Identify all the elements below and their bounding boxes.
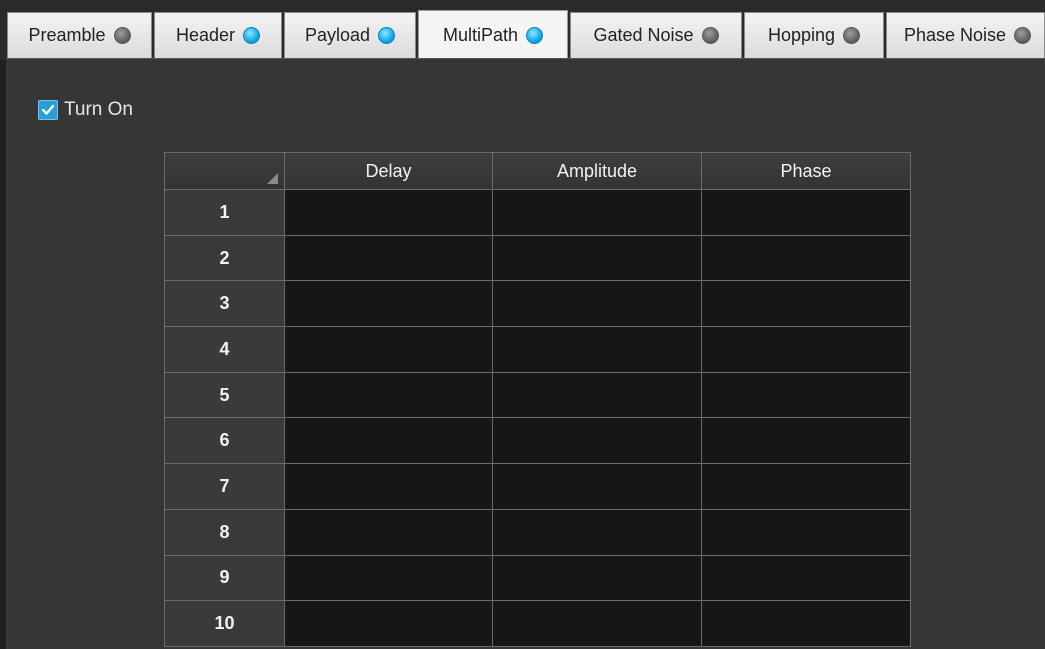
amplitude-cell[interactable]	[492, 234, 702, 282]
table-row: 7	[164, 463, 911, 510]
checkbox-checked-icon[interactable]	[38, 100, 58, 120]
delay-cell[interactable]	[284, 508, 493, 556]
amplitude-cell[interactable]	[492, 554, 702, 602]
row-header[interactable]: 10	[164, 600, 285, 647]
status-led-icon	[526, 27, 544, 44]
tab-label: MultiPath	[442, 25, 519, 45]
delay-cell[interactable]	[284, 280, 493, 328]
row-header[interactable]: 2	[164, 234, 285, 282]
status-led-icon	[843, 27, 861, 44]
delay-cell[interactable]	[284, 234, 493, 282]
tab-payload[interactable]: Payload	[284, 12, 416, 58]
table-row: 5	[164, 371, 911, 419]
row-header[interactable]: 3	[164, 280, 285, 328]
amplitude-cell[interactable]	[492, 326, 702, 373]
row-header[interactable]: 4	[164, 326, 285, 373]
delay-cell[interactable]	[284, 554, 493, 602]
table-row: 8	[164, 508, 911, 556]
row-header[interactable]: 6	[164, 417, 285, 465]
multipath-grid: Delay Amplitude Phase 1 2 3 4 5 6 7 8 9 …	[164, 152, 911, 647]
phase-cell[interactable]	[701, 234, 911, 282]
tab-strip: Preamble Header Payload MultiPath Gated …	[0, 0, 1045, 60]
phase-cell[interactable]	[701, 417, 911, 465]
status-led-icon	[113, 27, 131, 44]
row-header[interactable]: 5	[164, 371, 285, 419]
table-row: 10	[164, 600, 911, 647]
tab-label: Gated Noise	[593, 25, 694, 45]
tab-header[interactable]: Header	[154, 12, 282, 58]
table-row: 6	[164, 417, 911, 465]
phase-cell[interactable]	[701, 600, 911, 647]
row-header[interactable]: 9	[164, 554, 285, 602]
table-row: 1	[164, 189, 911, 236]
tab-preamble[interactable]: Preamble	[7, 12, 152, 58]
turn-on-checkbox[interactable]: Turn On	[38, 99, 133, 121]
delay-cell[interactable]	[284, 463, 493, 510]
table-row: 4	[164, 326, 911, 373]
tab-multipath[interactable]: MultiPath	[418, 10, 568, 60]
status-led-icon	[243, 27, 261, 44]
delay-cell[interactable]	[284, 371, 493, 419]
tab-label: Header	[175, 25, 236, 45]
tab-phase-noise[interactable]: Phase Noise	[886, 12, 1045, 58]
column-header-delay[interactable]: Delay	[284, 152, 493, 190]
phase-cell[interactable]	[701, 554, 911, 602]
tab-label: Preamble	[28, 25, 106, 45]
tab-hopping[interactable]: Hopping	[744, 12, 884, 58]
amplitude-cell[interactable]	[492, 600, 702, 647]
status-led-icon	[1014, 27, 1032, 44]
delay-cell[interactable]	[284, 417, 493, 465]
tab-label: Hopping	[767, 25, 836, 45]
select-all-corner[interactable]	[164, 152, 285, 190]
delay-cell[interactable]	[284, 600, 493, 647]
delay-cell[interactable]	[284, 189, 493, 236]
amplitude-cell[interactable]	[492, 189, 702, 236]
column-header-phase[interactable]: Phase	[701, 152, 911, 190]
column-header-amplitude[interactable]: Amplitude	[492, 152, 702, 190]
phase-cell[interactable]	[701, 508, 911, 556]
row-header[interactable]: 1	[164, 189, 285, 236]
phase-cell[interactable]	[701, 326, 911, 373]
amplitude-cell[interactable]	[492, 371, 702, 419]
row-header[interactable]: 8	[164, 508, 285, 556]
table-row: 3	[164, 280, 911, 328]
status-led-icon	[701, 27, 719, 44]
tab-label: Phase Noise	[904, 25, 1007, 45]
status-led-icon	[378, 27, 396, 44]
delay-cell[interactable]	[284, 326, 493, 373]
amplitude-cell[interactable]	[492, 508, 702, 556]
phase-cell[interactable]	[701, 280, 911, 328]
row-header[interactable]: 7	[164, 463, 285, 510]
tab-gated-noise[interactable]: Gated Noise	[570, 12, 742, 58]
phase-cell[interactable]	[701, 189, 911, 236]
table-row: 2	[164, 234, 911, 282]
phase-cell[interactable]	[701, 371, 911, 419]
table-row: 9	[164, 554, 911, 602]
amplitude-cell[interactable]	[492, 463, 702, 510]
multipath-window: Preamble Header Payload MultiPath Gated …	[0, 0, 1045, 649]
tab-label: Payload	[304, 25, 371, 45]
turn-on-label: Turn On	[64, 99, 133, 120]
amplitude-cell[interactable]	[492, 417, 702, 465]
amplitude-cell[interactable]	[492, 280, 702, 328]
corner-triangle-icon	[267, 173, 278, 184]
phase-cell[interactable]	[701, 463, 911, 510]
